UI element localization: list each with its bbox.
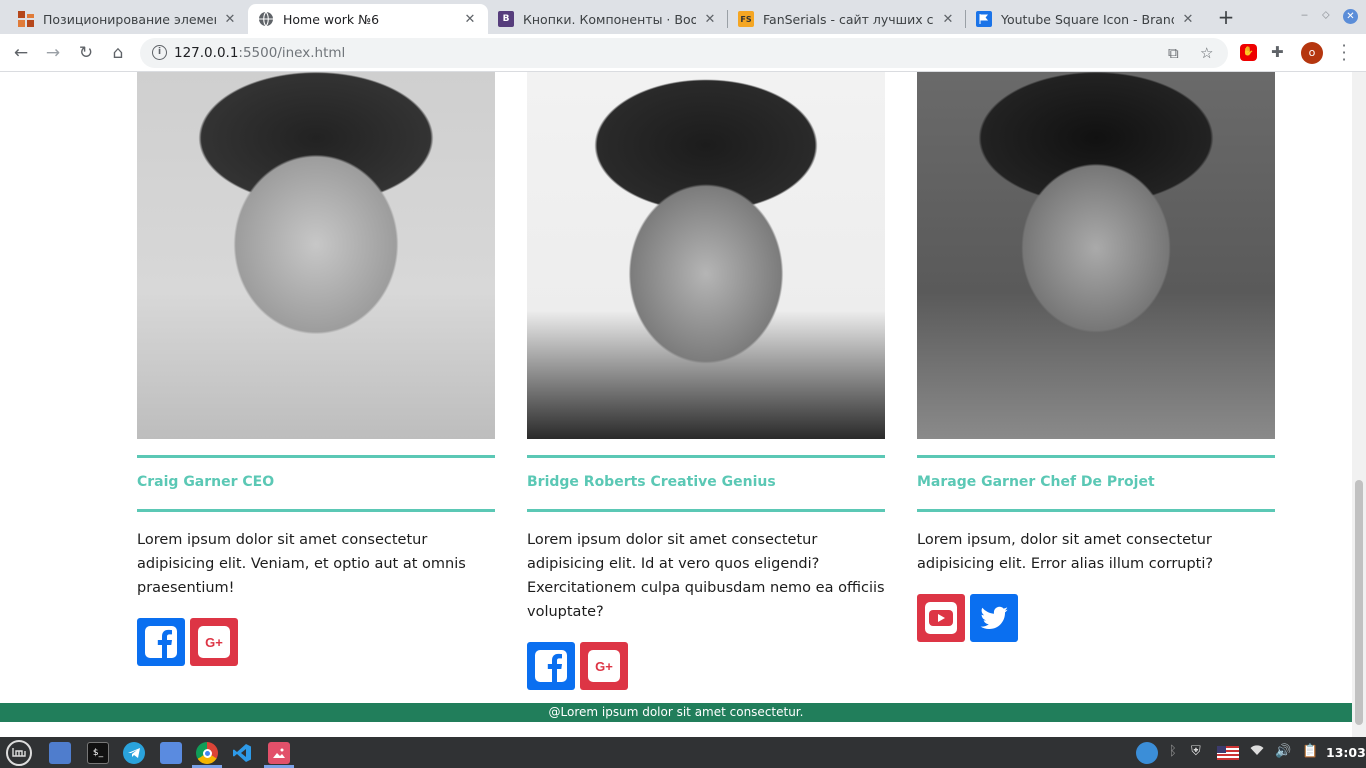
divider-line	[917, 509, 1275, 512]
globe-favicon-icon	[258, 11, 274, 27]
window-minimize-icon[interactable]: ‒	[1301, 8, 1308, 21]
adblock-icon[interactable]: ✋	[1240, 44, 1257, 61]
terminal-icon[interactable]: $_	[87, 742, 109, 764]
reload-icon[interactable]: ↻	[74, 41, 98, 65]
extensions-puzzle-icon[interactable]: ✚	[1271, 43, 1284, 61]
telegram-icon[interactable]	[123, 742, 145, 764]
tab-close-icon[interactable]: ✕	[462, 12, 478, 27]
facebook-icon	[535, 650, 567, 682]
social-links: G+	[137, 618, 495, 666]
tab-title: FanSerials - сайт лучших сер	[763, 11, 934, 27]
team-member-name: Craig Garner CEO	[137, 474, 275, 490]
fs-favicon-icon: FS	[738, 11, 754, 27]
page-viewport: Craig Garner CEO Lorem ipsum dolor sit a…	[0, 72, 1352, 737]
team-card: Marage Garner Chef De Projet Lorem ipsum…	[917, 72, 1275, 642]
flag-favicon-icon	[976, 11, 992, 27]
page-footer: @Lorem ipsum dolor sit amet consectetur.	[0, 703, 1352, 722]
clock[interactable]: 13:03	[1326, 745, 1366, 760]
tab-title: Кнопки. Компоненты · Boot	[523, 11, 696, 27]
os-taskbar: $_ ᛒ ⛨ 🔊 📋 13:03	[0, 737, 1366, 768]
tab-title: Home work №6	[283, 11, 380, 27]
svg-text:G+: G+	[595, 659, 613, 674]
team-card: Craig Garner CEO Lorem ipsum dolor sit a…	[137, 72, 495, 666]
shield-icon[interactable]: ⛨	[1191, 744, 1201, 759]
team-member-name: Bridge Roberts Creative Genius	[527, 474, 776, 490]
update-manager-icon[interactable]	[1136, 742, 1158, 764]
facebook-button[interactable]	[137, 618, 185, 666]
bluetooth-icon[interactable]: ᛒ	[1169, 744, 1177, 759]
browser-tab-bar: Позиционирование элемен ✕ Home work №6 ✕…	[0, 0, 1366, 34]
window-close-icon[interactable]: ✕	[1343, 9, 1358, 24]
youtube-icon	[925, 602, 957, 634]
team-member-name: Marage Garner Chef De Projet	[917, 474, 1155, 490]
youtube-button[interactable]	[917, 594, 965, 642]
tab-fanserials[interactable]: FS FanSerials - сайт лучших сер ✕	[728, 4, 966, 34]
tab-youtube-icon[interactable]: Youtube Square Icon - Brands ✕	[966, 4, 1206, 34]
us-flag-icon[interactable]	[1217, 746, 1239, 760]
volume-icon[interactable]: 🔊	[1275, 744, 1291, 759]
team-photo	[917, 72, 1275, 439]
bookmark-star-icon[interactable]: ☆	[1200, 44, 1213, 62]
home-icon[interactable]: ⌂	[106, 41, 130, 65]
twitter-button[interactable]	[970, 594, 1018, 642]
divider-line	[527, 509, 885, 512]
tab-close-icon[interactable]: ✕	[940, 12, 956, 27]
mint-menu-icon[interactable]	[6, 740, 32, 766]
files-folder-icon[interactable]	[160, 742, 182, 764]
scrollbar-thumb[interactable]	[1355, 480, 1363, 725]
tab-close-icon[interactable]: ✕	[702, 12, 718, 27]
squares-favicon-icon	[18, 11, 34, 27]
facebook-icon	[145, 626, 177, 658]
team-card: Bridge Roberts Creative Genius Lorem ips…	[527, 72, 885, 690]
team-member-description: Lorem ipsum dolor sit amet consectetur a…	[137, 532, 466, 596]
svg-text:G+: G+	[205, 635, 223, 650]
tab-close-icon[interactable]: ✕	[1180, 12, 1196, 27]
google-plus-button[interactable]: G+	[580, 642, 628, 690]
chrome-icon[interactable]	[196, 742, 218, 764]
browser-toolbar: ← → ↻ ⌂ i 127.0.0.1:5500/inex.html ⧉ ☆ ✋…	[0, 34, 1366, 72]
tab-positioning[interactable]: Позиционирование элемен ✕	[8, 4, 248, 34]
team-member-description: Lorem ipsum, dolor sit amet consectetur …	[917, 532, 1214, 572]
site-info-icon[interactable]: i	[152, 45, 167, 60]
social-links	[917, 594, 1275, 642]
show-desktop-icon[interactable]	[49, 742, 71, 764]
wifi-icon[interactable]	[1250, 744, 1264, 760]
team-photo	[137, 72, 495, 439]
forward-arrow-icon[interactable]: →	[41, 41, 65, 65]
browser-menu-icon[interactable]: · · ·	[1340, 38, 1348, 68]
translate-icon[interactable]: ⧉	[1168, 44, 1179, 62]
twitter-icon	[980, 606, 1008, 629]
address-bar[interactable]: i 127.0.0.1:5500/inex.html ⧉ ☆	[140, 38, 1228, 68]
tab-title: Youtube Square Icon - Brands	[1001, 11, 1174, 27]
divider-line	[137, 509, 495, 512]
facebook-button[interactable]	[527, 642, 575, 690]
profile-avatar[interactable]: o	[1301, 42, 1323, 64]
address-url: 127.0.0.1:5500/inex.html	[174, 45, 346, 61]
new-tab-button[interactable]: +	[1214, 6, 1238, 30]
team-photo	[527, 72, 885, 439]
google-plus-icon: G+	[198, 626, 230, 658]
tab-home-work[interactable]: Home work №6 ✕	[248, 4, 488, 34]
team-member-description: Lorem ipsum dolor sit amet consectetur a…	[527, 532, 885, 620]
social-links: G+	[527, 642, 885, 690]
page-scrollbar[interactable]	[1352, 72, 1366, 737]
bootstrap-favicon-icon: B	[498, 11, 514, 27]
image-viewer-icon[interactable]	[268, 742, 290, 764]
vscode-icon[interactable]	[231, 742, 253, 764]
window-maximize-icon[interactable]: ⬦	[1322, 8, 1330, 22]
tab-bootstrap[interactable]: B Кнопки. Компоненты · Boot ✕	[488, 4, 728, 34]
clipboard-icon[interactable]: 📋	[1302, 744, 1318, 759]
google-plus-button[interactable]: G+	[190, 618, 238, 666]
tab-title: Позиционирование элемен	[43, 11, 216, 27]
google-plus-icon: G+	[588, 650, 620, 682]
back-arrow-icon[interactable]: ←	[9, 41, 33, 65]
tab-close-icon[interactable]: ✕	[222, 12, 238, 27]
